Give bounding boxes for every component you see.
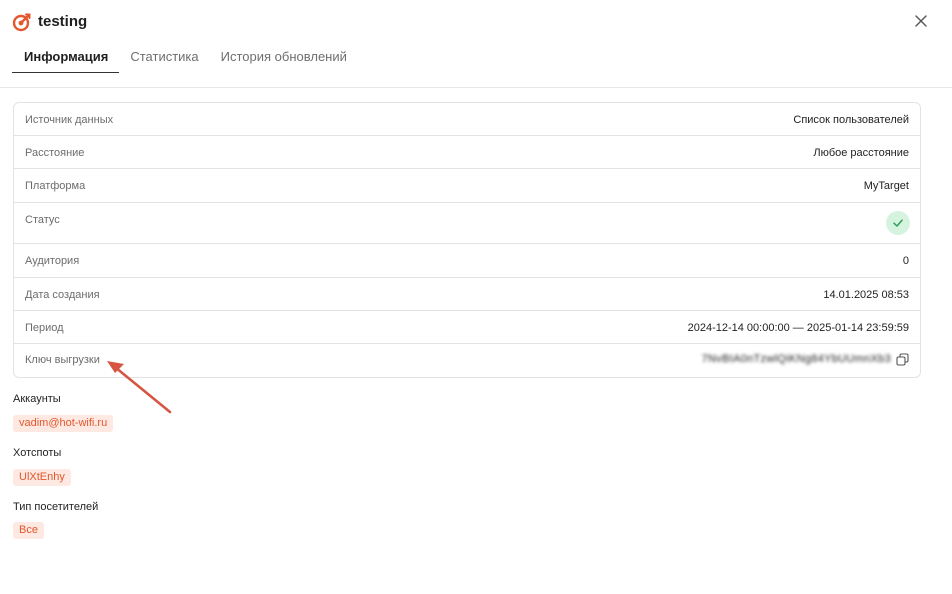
row-value: Список пользователей — [793, 114, 909, 126]
tab-update-history[interactable]: История обновлений — [210, 49, 358, 73]
target-check-icon — [12, 13, 31, 32]
table-row: Статус — [14, 203, 920, 244]
row-value: Любое расстояние — [813, 147, 909, 159]
tab-statistics[interactable]: Статистика — [119, 49, 209, 73]
row-label: Ключ выгрузки — [25, 354, 100, 366]
check-icon — [893, 219, 903, 227]
account-tag: vadim@hot-wifi.ru — [13, 415, 114, 432]
table-row: Аудитория 0 — [14, 244, 920, 278]
accounts-label: Аккаунты — [13, 393, 61, 405]
status-badge — [886, 211, 910, 235]
dialog-header: testing Информация Статистика История об… — [0, 0, 952, 88]
row-value: MyTarget — [863, 180, 909, 192]
row-value: 2024-12-14 00:00:00 — 2025-01-14 23:59:5… — [687, 322, 909, 334]
tab-information[interactable]: Информация — [12, 49, 120, 73]
table-row: Платформа MyTarget — [14, 169, 920, 203]
visitor-type-tag: Все — [13, 522, 44, 539]
dialog-title: testing — [38, 13, 88, 30]
row-label: Статус — [25, 214, 60, 226]
export-key-value: 7NvBIA0nTzwlQiKNg84YbUUmnXb3 — [701, 353, 891, 365]
row-label: Источник данных — [25, 114, 114, 126]
table-row: Расстояние Любое расстояние — [14, 136, 920, 169]
annotation-arrow — [107, 361, 172, 414]
info-table: Источник данных Список пользователей Рас… — [13, 102, 921, 378]
tab-bar: Информация Статистика История обновлений — [12, 49, 358, 73]
row-label: Дата создания — [25, 289, 100, 301]
table-row: Дата создания 14.01.2025 08:53 — [14, 278, 920, 311]
table-row: Период 2024-12-14 00:00:00 — 2025-01-14 … — [14, 311, 920, 344]
table-row: Источник данных Список пользователей — [14, 103, 920, 136]
row-label: Период — [25, 322, 64, 334]
visitor-type-label: Тип посетителей — [13, 501, 99, 513]
row-label: Платформа — [25, 180, 86, 192]
copy-icon[interactable] — [896, 353, 909, 366]
close-icon[interactable] — [912, 12, 930, 30]
hotspots-label: Хотспоты — [13, 447, 62, 459]
row-value: 0 — [902, 255, 909, 267]
row-value: 14.01.2025 08:53 — [823, 289, 909, 301]
hotspot-tag: UlXtEnhy — [13, 469, 71, 486]
row-label: Аудитория — [25, 255, 80, 267]
row-label: Расстояние — [25, 147, 85, 159]
